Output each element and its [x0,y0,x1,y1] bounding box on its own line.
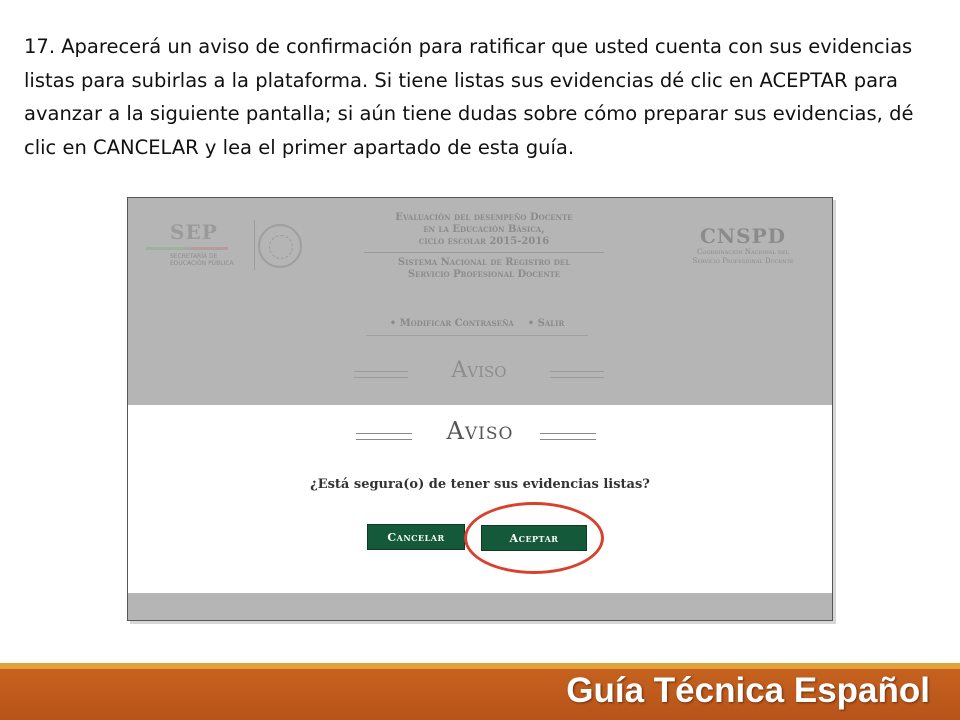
instruction-text: 17. Aparecerá un aviso de confirmación p… [24,35,914,159]
cancel-button[interactable]: Cancelar [368,525,464,549]
header-rule [364,252,604,253]
modal-title-text: Aviso [446,417,514,445]
title-ornament-right [550,371,604,378]
menu-exit[interactable]: • Salir [528,318,565,329]
header-center: Evaluación del desempeño Docente en la E… [364,212,604,281]
footer-bar: Guía Técnica Español [0,669,960,720]
cnspd-name: CNSPD [699,224,787,248]
overlay-bottom [128,593,832,620]
highlight-circle [464,502,604,574]
modal-ornament-left [356,433,412,440]
menu-rule [366,335,588,336]
sep-name: SEP [170,220,218,244]
site-header: SEP SECRETARÍA DE EDUCACIÓN PÚBLICA Eval… [128,198,832,404]
national-seal-icon [258,224,302,268]
screenshot-frame: SEP SECRETARÍA DE EDUCACIÓN PÚBLICA Eval… [127,197,833,621]
sep-rule [146,247,228,250]
header-line-5: Servicio Profesional Docente [407,269,561,280]
modal-question: ¿Está segura(o) de tener sus evidencias … [310,477,650,492]
logo-divider [254,220,255,270]
top-menu: • Modificar Contraseña • Salir [366,318,588,336]
menu-change-password[interactable]: • Modificar Contraseña [390,318,514,329]
background-title: Aviso [354,358,604,383]
modal-title: Aviso [128,417,832,445]
footer-title: Guía Técnica Español [566,671,930,710]
header-line-1: Evaluación del desempeño Docente [395,212,573,223]
cnspd-subtitle-1: Coordinación Nacional del [697,248,789,256]
header-line-4: Sistema Nacional de Registro del [397,257,571,268]
cnspd-logo: CNSPD Coordinación Nacional del Servicio… [668,224,818,266]
confirmation-modal: Aviso ¿Está segura(o) de tener sus evide… [128,405,832,593]
sep-subtitle-2: EDUCACIÓN PÚBLICA [170,260,234,267]
sep-subtitle-1: SECRETARÍA DE [170,253,218,260]
header-line-3: ciclo escolar 2015-2016 [418,236,550,247]
modal-ornament-right [540,433,596,440]
cnspd-subtitle-2: Servicio Profesional Docente [692,257,794,265]
sep-logo: SEP SECRETARÍA DE EDUCACIÓN PÚBLICA [146,220,246,267]
title-ornament-left [354,371,408,378]
background-title-text: Aviso [451,358,507,383]
header-line-2: en la Educación Básica, [423,224,545,235]
